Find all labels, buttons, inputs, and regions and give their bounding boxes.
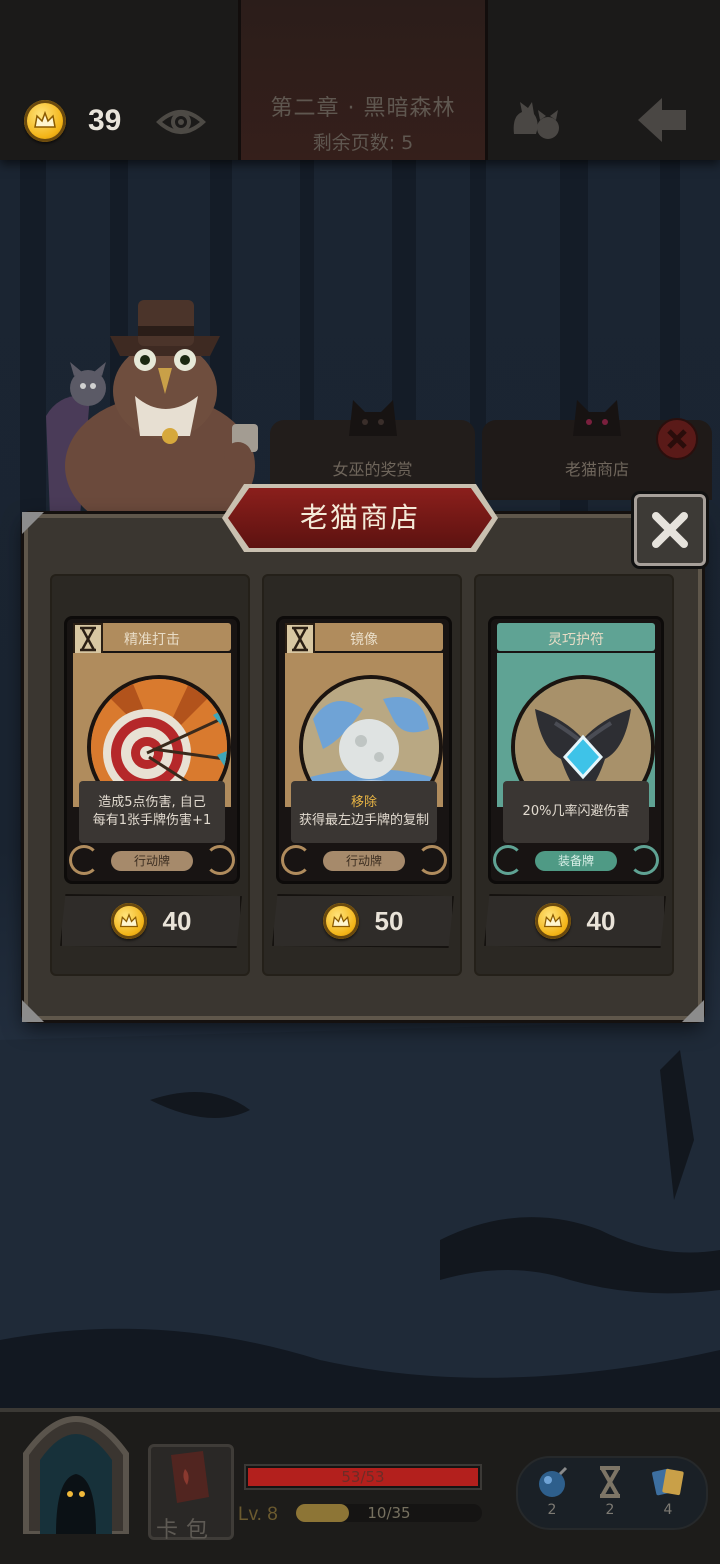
- gold-coin-icon: [24, 100, 66, 142]
- panel-corner: [22, 1000, 44, 1022]
- card-name: 灵巧护符: [548, 632, 604, 648]
- card-description: 20%几率闪避伤害: [503, 781, 649, 843]
- card-description: 造成5点伤害, 自己 每有1张手牌伤害+1: [79, 781, 225, 843]
- resource-count: 4: [663, 1502, 673, 1518]
- price-value: 40: [162, 905, 192, 936]
- xp-text: 10/35: [367, 1504, 411, 1522]
- swirl-ornament: [281, 845, 311, 875]
- card-description: 移除 获得最左边手牌的复制: [291, 781, 437, 843]
- item-card[interactable]: 精准打击 造成5点伤害, 自己 每有1张手牌伤害+1 行动牌: [64, 616, 240, 884]
- price-button[interactable]: 50: [272, 894, 454, 948]
- shop-item-slot[interactable]: 灵巧护符 ★★ 20%几率闪避伤害 装备牌 40: [474, 574, 674, 976]
- hourglass-icon: [73, 623, 103, 655]
- tab-close-icon[interactable]: [656, 418, 698, 460]
- resource-count: 2: [605, 1502, 615, 1518]
- card-desc-line: 20%几率闪避伤害: [522, 804, 630, 819]
- card-type-badge: 行动牌: [323, 851, 405, 871]
- deck-label: 卡包: [156, 1518, 217, 1543]
- gold-coin-icon: [322, 903, 359, 939]
- card-type-badge: 装备牌: [535, 851, 617, 871]
- swirl-ornament: [493, 845, 523, 875]
- hp-text: 53/53: [341, 1468, 385, 1486]
- gold-count: 39: [88, 104, 122, 137]
- cats-icon[interactable]: [508, 94, 564, 142]
- gold-coin-icon: [110, 903, 147, 939]
- card-desc-line: 每有1张手牌伤害+1: [92, 813, 212, 828]
- bomb-icon: [539, 1466, 568, 1497]
- eye-icon[interactable]: [156, 102, 206, 142]
- deck-book-icon: [171, 1451, 209, 1503]
- price-button[interactable]: 40: [484, 894, 666, 948]
- shop-item-slot[interactable]: 精准打击 造成5点伤害, 自己 每有1张手牌伤害+1 行动牌 40: [50, 574, 250, 976]
- resource-cards[interactable]: 4: [648, 1462, 688, 1526]
- price-button[interactable]: 40: [60, 894, 242, 948]
- shop-item-slot[interactable]: 镜像 移除 获得最左边手牌的复制 行动牌 50: [262, 574, 462, 976]
- close-icon: [652, 512, 688, 548]
- resource-bomb[interactable]: 2: [532, 1462, 572, 1526]
- swirl-ornament: [69, 845, 99, 875]
- level-text: Lv. 8: [238, 1504, 278, 1525]
- gold-coin-icon: [534, 903, 571, 939]
- resource-count: 2: [547, 1502, 557, 1518]
- panel-corner: [682, 1000, 704, 1022]
- price-value: 50: [374, 905, 404, 936]
- panel-corner: [22, 512, 44, 534]
- swirl-ornament: [205, 845, 235, 875]
- card-keyword: 移除: [350, 795, 377, 810]
- cards-icon: [652, 1468, 684, 1496]
- item-card[interactable]: 灵巧护符 ★★ 20%几率闪避伤害 装备牌: [488, 616, 664, 884]
- swirl-ornament: [417, 845, 447, 875]
- hero-portrait[interactable]: [6, 1394, 146, 1534]
- item-card[interactable]: 镜像 移除 获得最左边手牌的复制 行动牌: [276, 616, 452, 884]
- chapter-title: 第二章 · 黑暗森林: [270, 96, 456, 121]
- price-value: 40: [586, 905, 616, 936]
- swirl-ornament: [629, 845, 659, 875]
- xp-bar: 10/35: [296, 1504, 482, 1522]
- hourglass-icon: [285, 623, 315, 655]
- hp-bar: 53/53: [244, 1464, 482, 1490]
- card-desc-line: 造成5点伤害, 自己: [98, 795, 206, 810]
- owl-merchant-character: [46, 300, 258, 516]
- cat-silhouette-icon: [348, 400, 397, 436]
- cat-silhouette-icon: [573, 400, 621, 436]
- pages-left: 剩余页数: 5: [312, 132, 414, 154]
- top-bar: 39 第二章 · 黑暗森林 剩余页数: 5: [0, 0, 720, 160]
- chapter-banner: 第二章 · 黑暗森林 剩余页数: 5: [238, 0, 488, 160]
- tab-label: 女巫的奖赏: [332, 460, 413, 479]
- resource-hourglass[interactable]: 2: [590, 1462, 630, 1526]
- card-header: 灵巧护符: [497, 623, 655, 651]
- hourglass-icon: [600, 1466, 620, 1498]
- card-desc-line: 获得最左边手牌的复制: [298, 813, 429, 828]
- back-arrow-icon[interactable]: [634, 94, 690, 146]
- card-type-badge: 行动牌: [111, 851, 193, 871]
- close-button[interactable]: [634, 494, 706, 566]
- shop-title: 老猫商店: [299, 501, 420, 534]
